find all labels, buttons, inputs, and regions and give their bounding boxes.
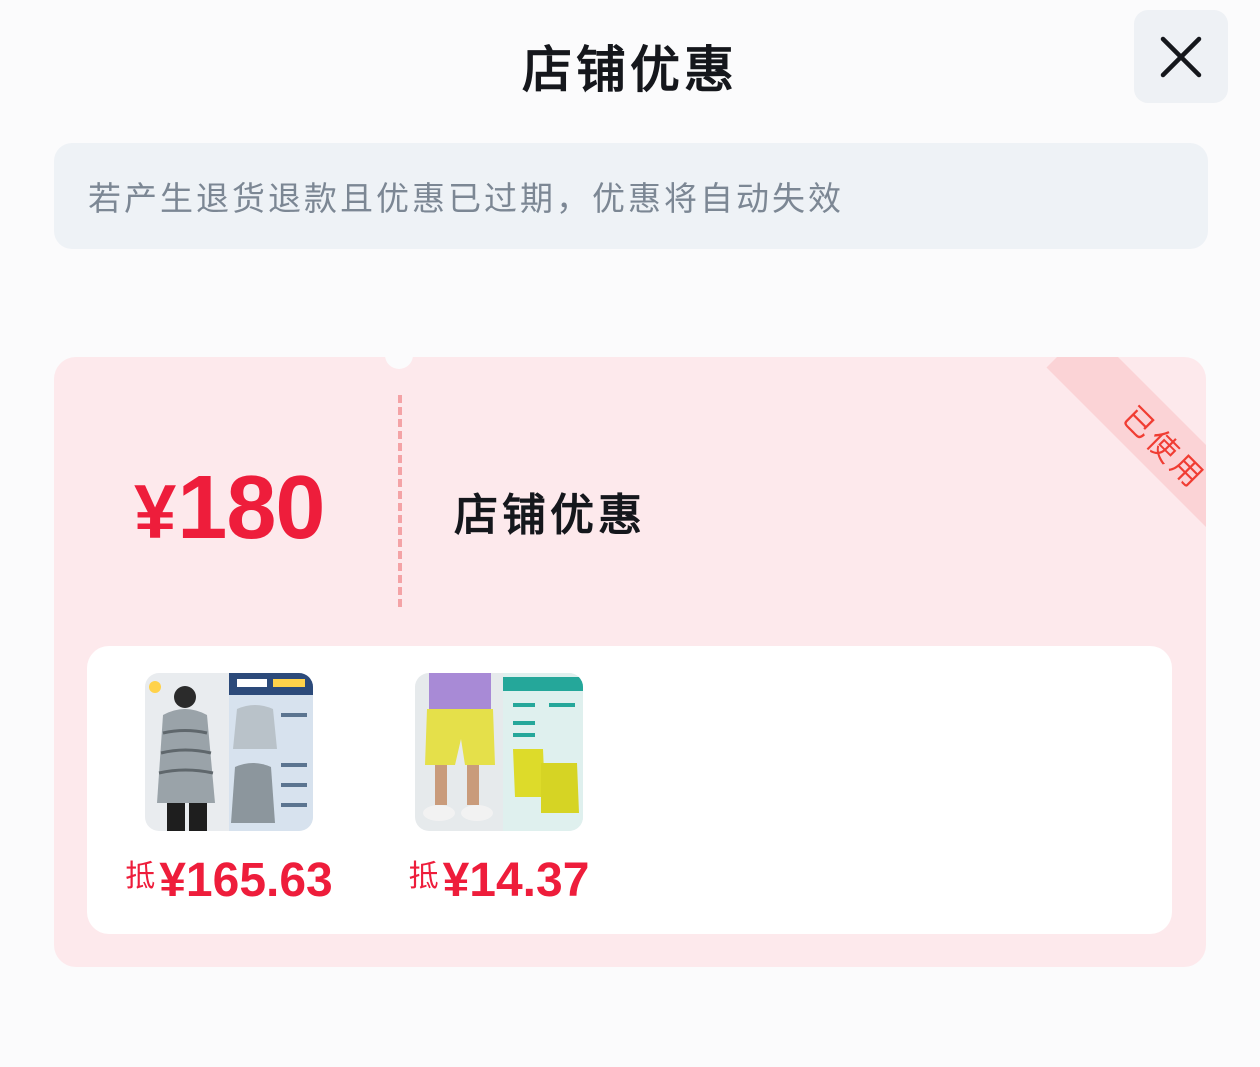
coupon-amount: ¥180 [134,457,325,560]
close-icon [1160,36,1202,77]
applicable-products: 抵¥165.63 抵¥14.37 [87,646,1172,934]
product-deduction-price: 抵¥14.37 [379,851,619,908]
deduction-value: ¥165.63 [159,854,333,907]
coupon-card: ¥180 店铺优惠 已使用 抵¥165.63 抵¥14.37 [54,357,1206,967]
used-ribbon: 已使用 [1006,357,1206,557]
coupon-amount-value: 180 [177,458,325,558]
coupon-notch [385,357,413,369]
deduction-label: 抵 [125,860,156,893]
currency-symbol: ¥ [134,470,176,555]
coupon-divider [398,395,402,607]
refund-notice: 若产生退货退款且优惠已过期，优惠将自动失效 [54,143,1208,249]
used-status-badge: 已使用 [1046,357,1206,557]
product-deduction-price: 抵¥165.63 [109,851,349,908]
deduction-value: ¥14.37 [442,854,590,907]
down-jacket-product-image[interactable] [145,673,313,831]
product-item[interactable]: 抵¥165.63 [109,673,349,908]
refund-notice-text: 若产生退货退款且优惠已过期，优惠将自动失效 [88,179,844,218]
close-button[interactable] [1134,10,1228,103]
used-status-label: 已使用 [1115,400,1206,497]
deduction-label: 抵 [408,860,439,893]
coupon-name: 店铺优惠 [454,490,646,541]
product-item[interactable]: 抵¥14.37 [379,673,619,908]
yellow-shorts-product-image[interactable] [415,673,583,831]
page-title: 店铺优惠 [522,41,738,99]
